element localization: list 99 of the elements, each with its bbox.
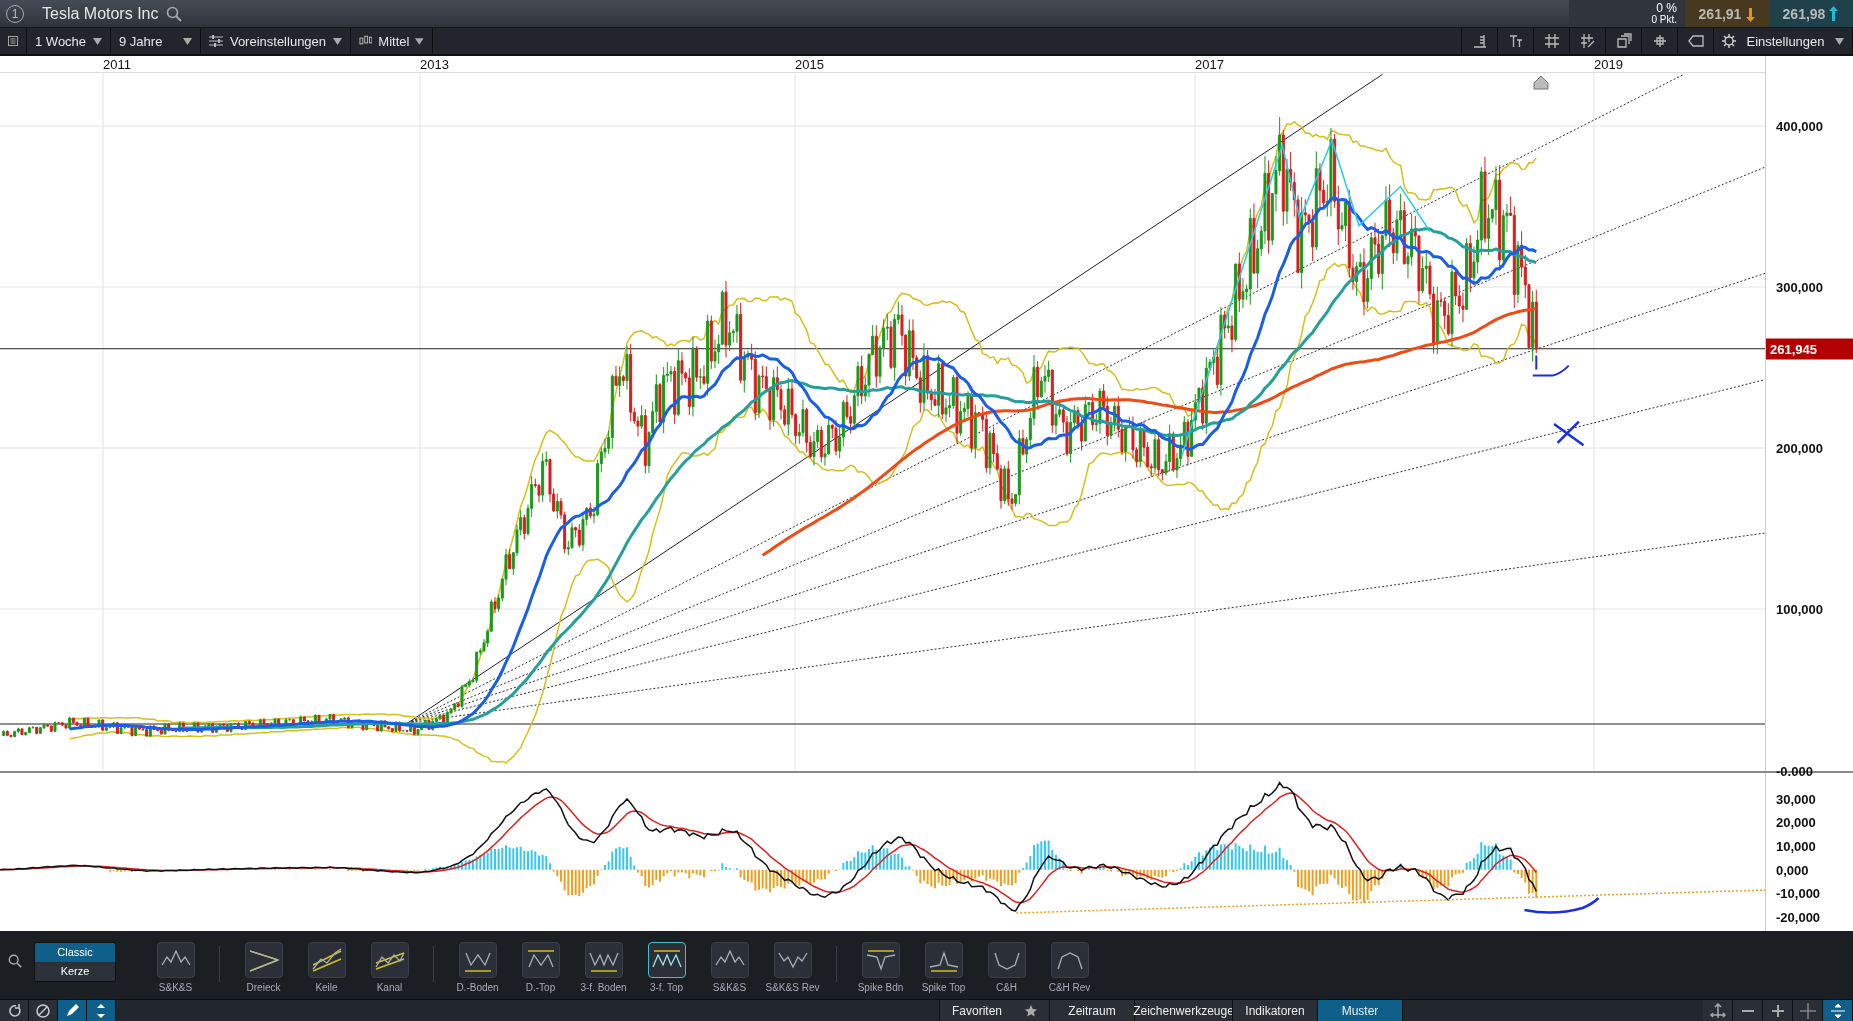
- caret-icon: [1835, 37, 1844, 45]
- range-dropdown[interactable]: 9 Jahre: [111, 28, 201, 54]
- pattern-button[interactable]: D.-Top: [513, 941, 568, 993]
- macd-axis-label: -10,000: [1776, 885, 1821, 901]
- year-label: 2013: [420, 56, 449, 72]
- bottom-tab[interactable]: Favoriten: [939, 1000, 1049, 1021]
- windows-icon: [1615, 33, 1632, 50]
- axis-icon: [1471, 33, 1488, 50]
- crosshair-icon: [1799, 1002, 1816, 1019]
- pattern-label: Spike Top: [921, 981, 966, 993]
- grid-icon: [1543, 33, 1560, 50]
- arrow-down-icon: [1745, 5, 1756, 22]
- hand-drawn-mark: [1531, 354, 1570, 377]
- grid-edit-icon: [1579, 33, 1596, 50]
- pattern-label: Spike Bdn: [857, 981, 904, 993]
- year-label: 2015: [795, 56, 824, 72]
- pattern-label: 3-f. Boden: [580, 981, 627, 993]
- bottom-tab[interactable]: Zeitraum: [1049, 1000, 1134, 1021]
- pattern-label: S&K&S: [712, 981, 747, 993]
- pattern-label: Dreieck: [246, 981, 281, 993]
- label-icon: [1687, 33, 1704, 50]
- macd-axis-label: 20,000: [1776, 814, 1816, 830]
- year-label: 2017: [1195, 56, 1224, 72]
- macd-axis-label: 30,000: [1776, 791, 1816, 807]
- fit-button[interactable]: [1823, 1000, 1853, 1021]
- settings-dropdown[interactable]: Einstellungen: [1713, 28, 1853, 54]
- minus-button[interactable]: [1733, 1000, 1763, 1021]
- pan-button[interactable]: [1703, 1000, 1733, 1021]
- pattern-label: C&H Rev: [1048, 981, 1091, 993]
- pattern-label: Kanal: [376, 981, 403, 993]
- pattern-label: D.-Boden: [456, 981, 499, 993]
- search-icon: [8, 953, 22, 968]
- pattern-label: S&K&S Rev: [765, 981, 820, 993]
- caret-icon: [415, 37, 424, 45]
- price-axis-label: -0.000: [1776, 763, 1813, 779]
- refresh-button[interactable]: [0, 1000, 29, 1021]
- settings-icon: [1722, 34, 1736, 49]
- caret-icon: [93, 37, 102, 45]
- year-label: 2019: [1594, 56, 1623, 72]
- bottom-tab[interactable]: Zeichenwerkzeuge: [1134, 1000, 1232, 1021]
- change-percent: 0 %: [1656, 1, 1677, 14]
- price-axis-label: 200,000: [1776, 440, 1823, 456]
- fit-icon: [1830, 1002, 1845, 1019]
- macd-axis-label: -20,000: [1776, 909, 1821, 925]
- candles-icon: [359, 35, 373, 48]
- style-dropdown[interactable]: Mittel: [351, 28, 433, 54]
- star-icon: [1025, 1004, 1037, 1017]
- sliders-icon: [209, 35, 223, 48]
- bottom-tab[interactable]: Indikatoren: [1232, 1000, 1317, 1021]
- crosshair-icon: [1651, 33, 1668, 50]
- pattern-button[interactable]: S&K&S Rev: [765, 941, 820, 993]
- last-price-tag: 261,945: [1766, 338, 1853, 360]
- block-button[interactable]: [29, 1000, 58, 1021]
- bid-price: 261,91: [1698, 5, 1742, 22]
- arrows-button[interactable]: [87, 1000, 116, 1021]
- price-axis-label: 300,000: [1776, 279, 1823, 295]
- pattern-button[interactable]: D.-Boden: [450, 941, 505, 993]
- pattern-button[interactable]: C&H Rev: [1042, 941, 1097, 993]
- minus-icon: [1741, 1008, 1754, 1013]
- pattern-button[interactable]: Dreieck: [236, 941, 291, 993]
- arrow-up-icon: [1829, 5, 1840, 22]
- bottom-tab[interactable]: Muster: [1317, 1000, 1402, 1021]
- pattern-button[interactable]: S&K&S: [702, 941, 757, 993]
- plus-icon: [1771, 1004, 1784, 1017]
- pattern-button[interactable]: Kanal: [362, 941, 417, 993]
- year-label: 2011: [103, 56, 131, 72]
- pan-icon: [1709, 1002, 1726, 1019]
- price-axis-label: 400,000: [1776, 118, 1823, 134]
- text-size-icon: [1507, 33, 1524, 50]
- pattern-button[interactable]: Spike Bdn: [853, 941, 908, 993]
- search-icon: [166, 5, 183, 22]
- presets-dropdown[interactable]: Voreinstellungen: [201, 28, 351, 54]
- pattern-label: D.-Top: [525, 981, 556, 993]
- marker-icon: [1533, 75, 1549, 90]
- pattern-label: 3-f. Top: [649, 981, 684, 993]
- list-icon: [8, 35, 18, 48]
- caret-icon: [183, 37, 192, 45]
- pencil-button[interactable]: [58, 1000, 87, 1021]
- pattern-button[interactable]: Keile: [299, 941, 354, 993]
- price-axis-label: 100,000: [1776, 601, 1823, 617]
- pattern-label: S&K&S: [158, 981, 193, 993]
- macd-axis-label: 0,000: [1776, 862, 1809, 878]
- pattern-label: C&H: [995, 981, 1018, 993]
- caret-icon: [333, 37, 342, 45]
- plus-button[interactable]: [1763, 1000, 1793, 1021]
- macd-axis-label: 10,000: [1776, 838, 1816, 854]
- ask-price: 261,98: [1782, 5, 1826, 22]
- pattern-button[interactable]: C&H: [979, 941, 1034, 993]
- pattern-button[interactable]: 3-f. Top: [639, 941, 694, 993]
- pattern-label: Keile: [315, 981, 338, 993]
- change-points: 0 Pkt.: [1651, 13, 1677, 26]
- pattern-button[interactable]: S&K&S: [148, 941, 203, 993]
- pattern-button[interactable]: 3-f. Boden: [576, 941, 631, 993]
- pattern-button[interactable]: Spike Top: [916, 941, 971, 993]
- crosshair-button[interactable]: [1793, 1000, 1823, 1021]
- cross-mark-drawing: [1552, 420, 1585, 447]
- chart-type-option[interactable]: Classic: [35, 942, 115, 962]
- interval-dropdown[interactable]: 1 Woche: [27, 28, 111, 54]
- window-title: Tesla Motors Inc: [42, 4, 159, 23]
